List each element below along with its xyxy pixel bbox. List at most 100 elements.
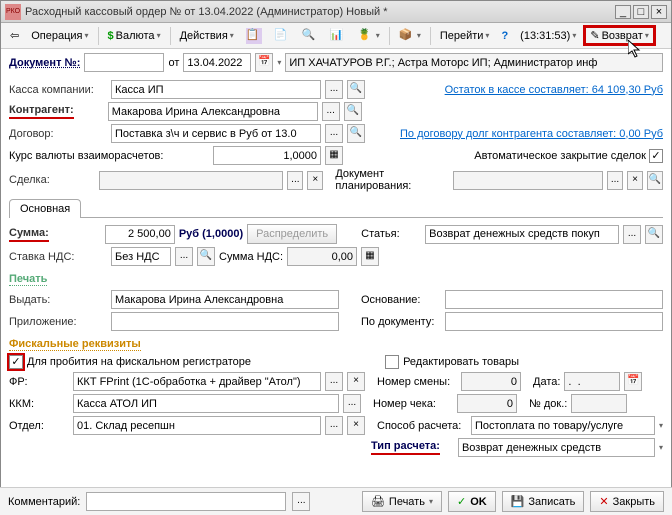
fr-input[interactable]	[73, 372, 321, 391]
operation-menu[interactable]: Операция▾	[26, 27, 93, 45]
sdelka-lookup-button[interactable]: ...	[287, 171, 303, 190]
maximize-button[interactable]: □	[633, 5, 649, 19]
tip-input[interactable]	[458, 438, 655, 457]
podokumentu-input[interactable]	[445, 312, 663, 331]
vydat-input[interactable]	[111, 290, 339, 309]
tb-icon-5[interactable]: 🍍▾	[353, 25, 385, 47]
ok-button[interactable]: ✓OK	[448, 491, 496, 512]
summa-input[interactable]	[105, 225, 175, 244]
nomer-smeny-input[interactable]	[461, 372, 521, 391]
probitie-label: Для пробития на фискальном регистраторе	[27, 356, 251, 368]
sdelka-input[interactable]	[99, 171, 284, 190]
otdel-input[interactable]	[73, 416, 321, 435]
stavka-input[interactable]	[111, 247, 171, 266]
dogovor-lookup-button[interactable]: ...	[325, 124, 343, 143]
summa-nds-calc-button[interactable]: ▦	[361, 247, 379, 266]
docdate-input[interactable]	[183, 53, 251, 72]
tab-main[interactable]: Основная	[9, 199, 81, 218]
stavka-search-button[interactable]: 🔍	[197, 247, 215, 266]
close-icon: ✕	[599, 495, 608, 508]
tb-icon-2[interactable]: 📄	[269, 25, 295, 47]
window-title: Расходный кассовый ордер № от 13.04.2022…	[25, 6, 615, 18]
print-button[interactable]: 🖨Печать▾	[362, 491, 442, 512]
sdelka-clear-button[interactable]: ×	[307, 171, 323, 190]
close-footer-button[interactable]: ✕Закрыть	[590, 491, 664, 512]
comment-input[interactable]	[86, 492, 286, 511]
summa-nds-input[interactable]	[287, 247, 357, 266]
prilozhenie-label: Приложение:	[9, 316, 107, 328]
statya-lookup-button[interactable]: ...	[623, 225, 641, 244]
docplan-lookup-button[interactable]: ...	[607, 171, 623, 190]
tb-icon-4[interactable]: 📊	[325, 25, 351, 47]
tb-icon-1[interactable]: 📋	[241, 25, 267, 47]
sposob-input[interactable]	[471, 416, 655, 435]
prilozhenie-input[interactable]	[111, 312, 339, 331]
kkm-lookup-button[interactable]: ...	[343, 394, 361, 413]
dogovor-search-button[interactable]: 🔍	[347, 124, 365, 143]
statya-label: Статья:	[361, 228, 421, 240]
kassa-search-button[interactable]: 🔍	[347, 80, 365, 99]
otdel-clear-button[interactable]: ×	[347, 416, 365, 435]
statya-search-button[interactable]: 🔍	[645, 225, 663, 244]
tb-icon-6[interactable]: 📦▾	[394, 25, 426, 47]
tb-icon-3[interactable]: 🔍	[297, 25, 323, 47]
back-button[interactable]: ⇦	[5, 26, 24, 45]
comment-label: Комментарий:	[8, 496, 80, 508]
raspredelit-button[interactable]: Распределить	[247, 224, 337, 244]
date-picker-button[interactable]: 📅	[255, 53, 273, 72]
contragent-search-button[interactable]: 🔍	[344, 102, 362, 121]
docplan-clear-button[interactable]: ×	[627, 171, 643, 190]
currency-menu[interactable]: $Валюта▾	[103, 27, 166, 45]
stavka-lookup-button[interactable]: ...	[175, 247, 193, 266]
kurs-label: Курс валюты взаиморасчетов:	[9, 150, 209, 162]
fr-clear-button[interactable]: ×	[347, 372, 365, 391]
return-icon: ✎	[590, 29, 599, 42]
kassa-lookup-button[interactable]: ...	[325, 80, 343, 99]
docnum-row: Документ №: от 📅 ▾	[1, 49, 671, 76]
fiscal-data-picker[interactable]: 📅	[624, 372, 642, 391]
balance-link[interactable]: Остаток в кассе составляет: 64 109,30 Ру…	[445, 84, 663, 96]
statya-input[interactable]	[425, 225, 619, 244]
kassa-company-input[interactable]	[111, 80, 321, 99]
toolbar: ⇦ Операция▾ $Валюта▾ Действия▾ 📋 📄 🔍 📊 🍍…	[1, 23, 671, 49]
kurs-calc-button[interactable]: ▦	[325, 146, 343, 165]
help-button[interactable]: ?	[496, 27, 513, 45]
docnum-input[interactable]	[84, 53, 164, 72]
docplan-input[interactable]	[453, 171, 603, 190]
return-button[interactable]: ✎Возврат▾	[583, 25, 655, 46]
actions-menu[interactable]: Действия▾	[175, 27, 239, 45]
summa-currency: Руб (1,0000)	[179, 228, 243, 240]
contragent-input[interactable]	[108, 102, 318, 121]
probitie-checkbox[interactable]: ✓	[9, 355, 23, 369]
fiscal-data-input[interactable]	[564, 372, 620, 391]
check-icon: ✓	[457, 495, 466, 508]
edit-goods-label: Редактировать товары	[403, 356, 519, 368]
contragent-lookup-button[interactable]: ...	[322, 102, 340, 121]
edit-goods-checkbox[interactable]	[385, 355, 399, 369]
nomer-cheka-label: Номер чека:	[373, 398, 453, 410]
save-button[interactable]: 💾Записать	[502, 491, 585, 512]
dogovor-debt-link[interactable]: По договору долг контрагента составляет:…	[400, 128, 663, 140]
nomer-dok-input[interactable]	[571, 394, 627, 413]
nomer-cheka-input[interactable]	[457, 394, 517, 413]
kkm-input[interactable]	[73, 394, 339, 413]
kurs-input[interactable]	[213, 146, 321, 165]
close-button[interactable]: ×	[651, 5, 667, 19]
docplan-search-button[interactable]: 🔍	[647, 171, 663, 190]
docplan-label: Документ планирования:	[335, 168, 449, 192]
contragent-label: Контрагент:	[9, 104, 74, 119]
osnovanie-input[interactable]	[445, 290, 663, 309]
time-button[interactable]: (13:31:53)▾	[515, 27, 581, 45]
summa-nds-label: Сумма НДС:	[219, 251, 283, 263]
minimize-button[interactable]: _	[615, 5, 631, 19]
goto-menu[interactable]: Перейти▾	[435, 27, 495, 45]
autoclose-checkbox[interactable]: ✓	[649, 149, 663, 163]
dogovor-input[interactable]	[111, 124, 321, 143]
printer-icon: 🖨	[371, 495, 385, 508]
comment-lookup-button[interactable]: ...	[292, 492, 310, 511]
tip-label: Тип расчета:	[371, 440, 440, 455]
fr-lookup-button[interactable]: ...	[325, 372, 343, 391]
pechat-section: Печать	[9, 273, 47, 286]
otdel-lookup-button[interactable]: ...	[325, 416, 343, 435]
kassa-company-label: Касса компании:	[9, 84, 107, 96]
